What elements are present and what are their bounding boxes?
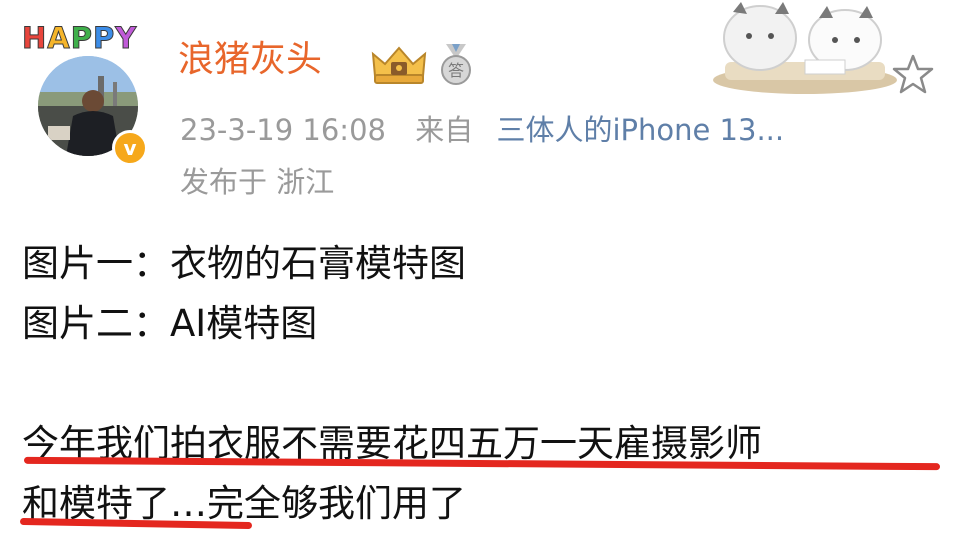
avatar-caption: HAPPY <box>21 21 138 55</box>
sticker-cats-icon <box>713 2 897 94</box>
post-text-line: 图片一：衣物的石膏模特图 <box>22 242 466 285</box>
medal-badge-icon[interactable]: 答 <box>436 42 476 86</box>
post-timestamp: 23-3-19 16:08 <box>180 113 386 147</box>
crown-badge-icon[interactable] <box>369 42 429 86</box>
post-text-line: 图片二：AI模特图 <box>22 302 318 345</box>
post-from-label: 来自 <box>415 113 474 147</box>
avatar-caption-text: HAPPY <box>21 21 138 55</box>
verified-badge: v <box>112 130 148 166</box>
post-source-link[interactable]: 三体人的iPhone 13... <box>496 113 784 147</box>
medal-badge-text: 答 <box>448 61 464 80</box>
post-location: 发布于 浙江 <box>180 165 335 199</box>
avatar-block[interactable]: HAPPY v <box>14 18 149 166</box>
post-meta: 23-3-19 16:08 来自 三体人的iPhone 13... <box>180 108 784 152</box>
username[interactable]: 浪猪灰头 <box>178 36 322 84</box>
star-icon[interactable] <box>892 53 934 95</box>
